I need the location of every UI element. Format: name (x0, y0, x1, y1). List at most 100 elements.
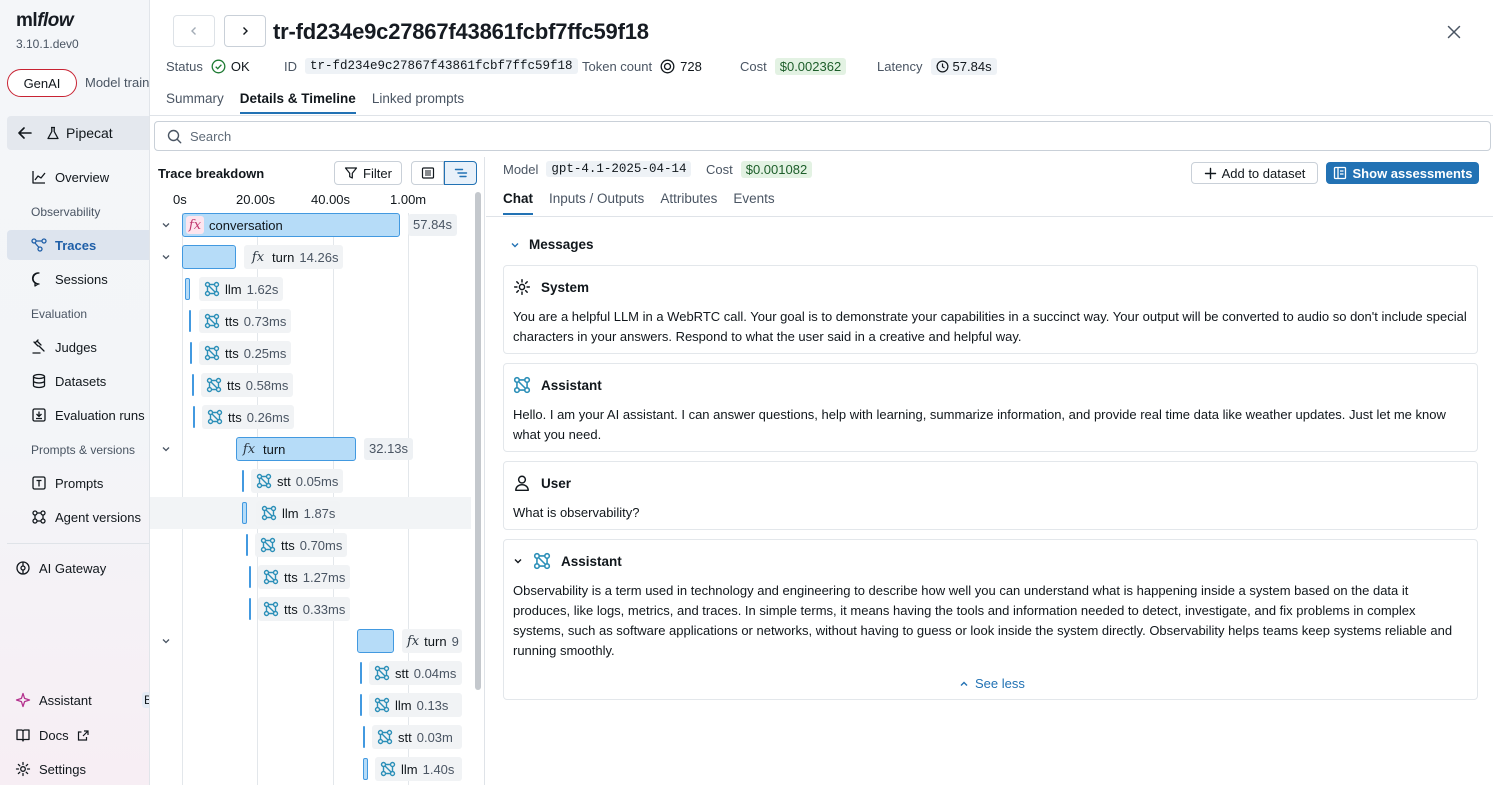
span-bar-tts[interactable] (249, 598, 251, 620)
message-text: Hello. I am your AI assistant. I can ans… (513, 407, 1446, 442)
add-to-dataset-button[interactable]: Add to dataset (1191, 162, 1318, 184)
span-node-tts[interactable]: tts 0.58ms (201, 373, 294, 397)
span-name: conversation (209, 217, 283, 233)
span-bar-llm[interactable] (360, 694, 362, 716)
chevron-down-icon[interactable] (161, 636, 171, 646)
span-duration: 1.27ms (302, 569, 346, 585)
span-bar-llm[interactable] (363, 758, 368, 780)
span-bar-stt[interactable] (363, 726, 365, 748)
breakdown-scrollbar[interactable] (475, 192, 481, 690)
search-input[interactable]: Search (154, 121, 1491, 151)
sidebar-item-sessions[interactable]: Sessions (0, 264, 149, 294)
span-node-llm[interactable]: llm 0.13s (369, 693, 462, 717)
previous-trace-button[interactable] (173, 15, 215, 47)
span-node-llm[interactable]: llm 1.62s (199, 277, 284, 301)
sidebar-item-overview[interactable]: Overview (0, 162, 149, 192)
span-bar-stt[interactable] (242, 470, 244, 492)
span-bar-tts[interactable] (190, 342, 192, 364)
span-node-turn[interactable]: fx turn (240, 437, 285, 461)
span-node-turn[interactable]: fx turn 9 (402, 629, 462, 653)
arrow-left-icon[interactable] (16, 124, 34, 142)
evaluation-runs-icon (32, 408, 46, 422)
trace-id-chip[interactable]: tr-fd234e9c27867f43861fcbf7ffc59f18 (305, 58, 578, 74)
tab-details-timeline[interactable]: Details & Timeline (239, 88, 356, 114)
span-node-tts[interactable]: tts 0.70ms (255, 533, 348, 557)
sidebar-item-label: Settings (39, 761, 86, 777)
span-bar-llm[interactable] (242, 502, 247, 524)
span-node-tts[interactable]: tts 0.25ms (199, 341, 292, 365)
close-icon[interactable] (1446, 24, 1462, 40)
chevron-down-icon (511, 242, 519, 247)
span-node-tts[interactable]: tts 0.33ms (258, 597, 351, 621)
experiment-back-row[interactable]: Pipecat (7, 116, 149, 150)
span-node-llm[interactable]: llm 1.87s (256, 501, 341, 525)
axis-tick: 40.00s (311, 192, 351, 207)
span-name: tts (227, 377, 241, 393)
span-bar-tts[interactable] (189, 310, 191, 332)
span-node-conversation[interactable]: fx conversation (186, 213, 283, 237)
list-view-button[interactable] (411, 161, 444, 185)
span-node-turn[interactable]: fx turn 14.26s (244, 245, 344, 269)
token-value: 728 (680, 58, 702, 74)
span-node-tts[interactable]: tts 0.73ms (199, 309, 292, 333)
span-node-stt[interactable]: stt 0.03m (372, 725, 462, 749)
sparkle-icon (15, 692, 31, 708)
sidebar-item-agent-versions[interactable]: Agent versions (0, 502, 149, 532)
trace-breakdown-title: Trace breakdown (158, 166, 265, 181)
cost-meta: Cost $0.002362 (740, 57, 847, 75)
chevron-down-icon[interactable] (161, 220, 171, 230)
span-bar-tts[interactable] (192, 374, 194, 396)
span-node-stt[interactable]: stt 0.05ms (251, 469, 344, 493)
tab-chat[interactable]: Chat (503, 191, 533, 215)
message-role: Assistant (541, 377, 602, 393)
sidebar-item-judges[interactable]: Judges (0, 332, 149, 362)
span-duration: 0.33ms (302, 601, 346, 617)
filter-button[interactable]: Filter (334, 161, 402, 185)
tab-events[interactable]: Events (733, 191, 774, 215)
span-bar-turn[interactable] (182, 245, 236, 269)
sidebar-item-ai-gateway[interactable]: AI Gateway (0, 553, 149, 583)
message-card-system: System You are a helpful LLM in a WebRTC… (503, 265, 1478, 354)
next-trace-button[interactable] (224, 15, 266, 47)
chevron-down-icon[interactable] (513, 556, 523, 566)
sidebar-item-assistant[interactable]: Assistant B (15, 692, 149, 708)
span-bar-tts[interactable] (193, 406, 195, 428)
sidebar-item-docs[interactable]: Docs (15, 727, 90, 743)
span-bar-stt[interactable] (360, 662, 362, 684)
sidebar-item-traces[interactable]: Traces (7, 230, 149, 260)
show-assessments-button[interactable]: Show assessments (1326, 162, 1479, 184)
span-bar-tts[interactable] (246, 534, 248, 556)
timeline-view-button[interactable] (444, 161, 477, 185)
span-node-stt[interactable]: stt 0.04ms (369, 661, 462, 685)
sidebar-item-evaluation-runs[interactable]: Evaluation runs (0, 400, 149, 430)
list-view-icon (421, 167, 434, 179)
tab-inputs-outputs[interactable]: Inputs / Outputs (549, 191, 644, 215)
see-less-button[interactable]: See less (959, 676, 1025, 691)
span-node-tts[interactable]: tts 1.27ms (258, 565, 351, 589)
span-bar-tts[interactable] (249, 566, 251, 588)
span-bar-llm[interactable] (185, 278, 190, 300)
chevron-down-icon[interactable] (161, 444, 171, 454)
tab-summary[interactable]: Summary (166, 88, 224, 114)
mode-genai-button[interactable]: GenAI (7, 69, 77, 97)
messages-section-toggle[interactable]: Messages (510, 237, 594, 252)
span-duration: 9 (451, 633, 459, 649)
span-name: turn (263, 441, 286, 457)
message-role: Assistant (561, 553, 622, 569)
chevron-down-icon[interactable] (161, 252, 171, 262)
filter-label: Filter (363, 165, 392, 181)
span-bar-turn[interactable] (357, 629, 394, 653)
sidebar-item-prompts[interactable]: Prompts (0, 468, 149, 498)
status-meta: Status OK (166, 57, 250, 75)
chevron-left-icon (191, 27, 196, 35)
span-node-llm[interactable]: llm 1.40s (375, 757, 462, 781)
sidebar-item-settings[interactable]: Settings (15, 761, 86, 777)
mlflow-logo[interactable]: mlflow (16, 10, 74, 32)
span-node-tts[interactable]: tts 0.26ms (202, 405, 295, 429)
tab-linked-prompts[interactable]: Linked prompts (372, 88, 464, 114)
sidebar-item-datasets[interactable]: Datasets (0, 366, 149, 396)
tab-divider (150, 115, 1493, 116)
trace-title: tr-fd234e9c27867f43861fcbf7ffc59f18 (273, 19, 649, 44)
mode-model-training-button[interactable]: Model training (85, 69, 149, 97)
tab-attributes[interactable]: Attributes (660, 191, 717, 215)
